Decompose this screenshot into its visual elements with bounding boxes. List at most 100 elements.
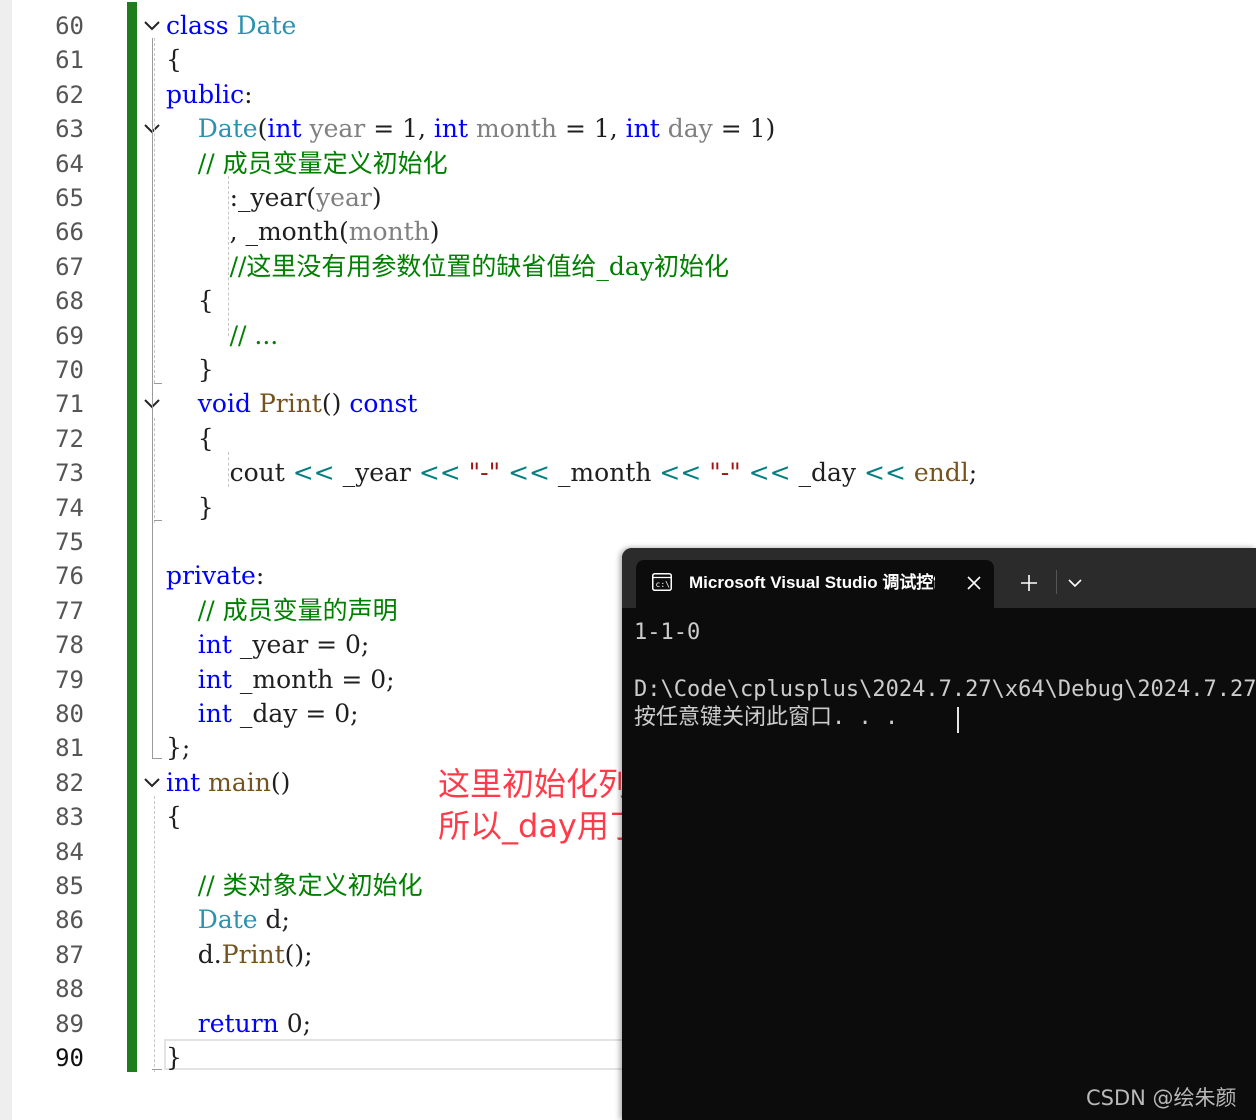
fold-range-line bbox=[152, 758, 162, 759]
code-token: int bbox=[166, 767, 201, 797]
line-number: 65 bbox=[55, 184, 84, 212]
code-token: } bbox=[166, 1043, 182, 1072]
code-token: // 成员变量定义初始化 bbox=[197, 148, 448, 178]
code-line: int _month = 0; bbox=[166, 663, 395, 697]
svg-text:c:\: c:\ bbox=[656, 580, 671, 589]
code-token: _year bbox=[334, 458, 419, 488]
code-token: // 类对象定义初始化 bbox=[197, 871, 423, 900]
code-token: }; bbox=[166, 733, 191, 763]
chevron-down-icon[interactable] bbox=[141, 772, 163, 794]
code-token: ( bbox=[257, 114, 268, 144]
line-number: 74 bbox=[55, 493, 84, 522]
code-line: :_year(year) bbox=[166, 181, 382, 215]
code-token: private bbox=[166, 561, 256, 591]
terminal-icon: c:\ bbox=[652, 573, 672, 591]
code-line: { bbox=[166, 422, 214, 456]
code-token: { bbox=[166, 423, 214, 453]
code-token: << bbox=[508, 458, 550, 488]
code-token: Print bbox=[221, 939, 285, 969]
code-line: { bbox=[166, 43, 182, 77]
line-number: 77 bbox=[55, 596, 84, 625]
code-token: ) bbox=[429, 217, 440, 247]
code-token: () bbox=[321, 389, 350, 419]
line-number: 80 bbox=[55, 700, 84, 728]
code-token: int bbox=[433, 114, 469, 144]
code-token: int bbox=[197, 699, 232, 728]
code-token: d. bbox=[166, 939, 222, 969]
code-line: }; bbox=[166, 731, 190, 765]
code-token: Print bbox=[258, 389, 322, 419]
chevron-down-icon[interactable] bbox=[141, 15, 163, 37]
code-line: { bbox=[166, 284, 214, 318]
code-line: } bbox=[166, 1041, 182, 1075]
code-token: << bbox=[292, 458, 335, 488]
code-token: = 1, bbox=[365, 114, 434, 144]
debug-console-window[interactable]: c:\ Microsoft Visual Studio 调试控制台 bbox=[622, 548, 1256, 1120]
line-number: 66 bbox=[55, 218, 84, 247]
line-number: 84 bbox=[55, 837, 84, 866]
line-number: 87 bbox=[55, 940, 84, 969]
code-token: 0; bbox=[278, 1008, 312, 1038]
code-token: month bbox=[348, 217, 430, 247]
code-line: } bbox=[166, 491, 214, 525]
console-output-line-4: 按任意键关闭此窗口. . . bbox=[634, 705, 899, 730]
line-number: 68 bbox=[55, 287, 84, 316]
code-token: return bbox=[197, 1008, 279, 1038]
fold-range-line bbox=[152, 1069, 162, 1070]
code-token: _year = 0; bbox=[231, 630, 370, 660]
code-line: return 0; bbox=[166, 1007, 311, 1041]
code-line: class Date bbox=[166, 9, 296, 43]
current-line-highlight bbox=[164, 1039, 626, 1070]
code-token: void bbox=[197, 389, 251, 419]
code-token: ; bbox=[968, 458, 978, 488]
line-number: 90 bbox=[55, 1044, 84, 1072]
console-tab[interactable]: c:\ Microsoft Visual Studio 调试控制台 bbox=[636, 560, 994, 608]
code-line: //这里没有用参数位置的缺省值给_day初始化 bbox=[166, 250, 729, 284]
code-line: void Print() const bbox=[166, 387, 418, 421]
code-line: , _month(month) bbox=[166, 215, 440, 249]
line-number: 88 bbox=[55, 975, 84, 1004]
fold-range-line bbox=[152, 38, 153, 758]
code-line: } bbox=[166, 353, 214, 387]
code-token: << bbox=[418, 458, 461, 488]
plus-icon[interactable] bbox=[1018, 572, 1040, 594]
code-token: endl bbox=[913, 458, 969, 488]
console-tab-title: Microsoft Visual Studio 调试控制台 bbox=[689, 573, 935, 592]
chevron-down-icon[interactable] bbox=[1066, 574, 1084, 592]
line-number: 62 bbox=[55, 80, 84, 109]
code-token: } bbox=[166, 492, 214, 522]
fold-range-line bbox=[154, 383, 162, 384]
close-icon[interactable] bbox=[964, 573, 984, 593]
code-token: day bbox=[667, 114, 713, 144]
code-token: _month bbox=[549, 458, 660, 488]
code-token: d; bbox=[257, 905, 290, 935]
code-token: "-" bbox=[468, 458, 501, 488]
line-number: 89 bbox=[55, 1009, 84, 1038]
code-token: : bbox=[255, 561, 265, 591]
code-line: cout << _year << "-" << _month << "-" <<… bbox=[166, 456, 978, 490]
indent-guide bbox=[154, 796, 155, 1072]
code-token: { bbox=[166, 45, 182, 75]
code-token: } bbox=[166, 355, 214, 384]
code-token: _day = 0; bbox=[231, 699, 359, 728]
code-token: << bbox=[659, 458, 702, 488]
code-token: public bbox=[166, 79, 245, 109]
code-token: : bbox=[244, 79, 253, 109]
code-token: { bbox=[166, 802, 182, 832]
code-token: //这里没有用参数位置的缺省值给_day初始化 bbox=[229, 251, 729, 281]
line-number: 61 bbox=[55, 46, 84, 75]
line-number: 78 bbox=[55, 631, 84, 660]
code-token: ) bbox=[371, 183, 382, 212]
code-token: (); bbox=[284, 939, 313, 969]
line-number: 82 bbox=[55, 768, 84, 797]
